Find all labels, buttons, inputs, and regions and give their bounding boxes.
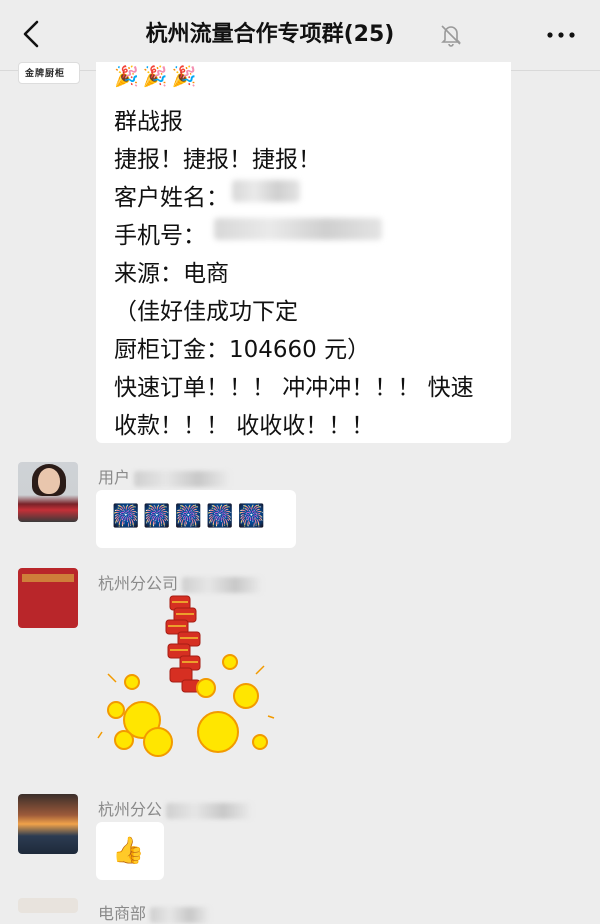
sender-name: 电商部 [98,900,211,924]
sender-name: 杭州分公 [98,796,253,820]
avatar[interactable] [18,898,78,913]
message-line: （佳好佳成功下定 [114,299,298,325]
sender-name-blur [150,906,211,923]
redacted-phone [214,218,382,240]
message-bubble[interactable]: 🎉🎉🎉 群战报 捷报！捷报！捷报！ 客户姓名： 手机号： 来源：电商 （佳好佳成… [96,62,511,443]
message-bubble[interactable]: 🎆🎆🎆🎆🎆 [96,490,296,548]
firecracker-sticker-icon[interactable] [96,592,276,772]
company-logo-icon: 金牌厨柜 [25,69,66,79]
avatar[interactable] [18,794,78,854]
message-line: 群战报 [114,109,183,135]
redacted-name [232,180,300,202]
chevron-left-icon[interactable] [14,16,50,52]
message-line: 厨柜订金：104660 元） [114,337,371,363]
message-line: 快速订单！！！ 冲冲冲！！！ 快速 [114,375,474,401]
fireworks-icon: 🎆🎆🎆🎆🎆 [112,504,269,529]
sender-name-text: 杭州分公司 [98,574,179,593]
sender-name: 杭州分公司 [98,570,263,594]
sender-name-text: 杭州分公 [98,800,163,819]
avatar[interactable] [18,462,78,522]
sender-name-blur [134,470,231,487]
avatar[interactable] [18,568,78,628]
bell-off-icon [441,25,461,47]
sender-name-text: 电商部 [98,904,147,923]
message-line: 捷报！捷报！捷报！ [114,147,321,173]
avatar-face [38,468,60,494]
chat-title: 杭州流量合作专项群(25) [145,22,395,47]
sender-name-blur [182,576,263,593]
avatar[interactable]: 金牌厨柜 [18,62,80,84]
sender-name-text: 用户 [98,468,131,487]
sender-name: 用户 [98,464,231,488]
ellipsis-icon[interactable] [544,20,578,50]
message-line: 来源：电商 [114,261,229,287]
chat-header: 杭州流量合作专项群(25) [0,0,600,71]
message-line: 客户姓名： [114,185,229,211]
message-line: 收款！！！ 收收收！！！ [114,413,375,439]
message-bubble[interactable]: 👍 [96,822,164,880]
thumbs-up-icon: 👍 [112,836,145,866]
message-line: 手机号： [114,223,206,249]
sender-name-blur [166,802,253,819]
party-popper-icon: 🎉🎉🎉 [114,64,201,88]
avatar-banner [22,574,74,582]
